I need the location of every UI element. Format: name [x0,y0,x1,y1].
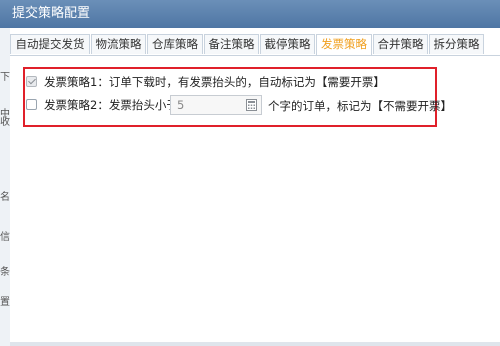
background-char: 置 [0,297,10,308]
background-char: 条 [0,267,10,278]
background-char: 下 [0,72,10,83]
tab-merge-policy[interactable]: 合并策略 [373,34,428,54]
invoice-policy-2-checkbox[interactable] [26,99,37,110]
title-length-input[interactable]: 5 [170,95,262,115]
tab-bar: 自动提交发货 物流策略 仓库策略 备注策略 截停策略 发票策略 合并策略 拆分策… [10,28,500,56]
tab-warehouse-policy[interactable]: 仓库策略 [147,34,203,54]
dialog-title: 提交策略配置 [0,0,500,28]
invoice-policy-1-label: 发票策略1：订单下载时，有发票抬头的，自动标记为【需要开票】 [44,75,385,89]
invoice-policy-2-suffix: 个字的订单，标记为【不需要开票】 [268,99,452,113]
tab-remark-policy[interactable]: 备注策略 [204,34,259,54]
title-length-value: 5 [177,98,185,112]
calculator-icon[interactable] [246,99,257,111]
invoice-policy-1-row: 发票策略1：订单下载时，有发票抬头的，自动标记为【需要开票】 [26,73,406,91]
tab-split-policy[interactable]: 拆分策略 [429,34,484,54]
background-char: 信 [0,232,10,243]
tab-invoice-policy[interactable]: 发票策略 [316,34,372,55]
policy-config-dialog: 提交策略配置 自动提交发货 物流策略 仓库策略 备注策略 截停策略 发票策略 合… [0,0,500,346]
background-char: 收 [0,117,10,128]
tab-auto-submit-ship[interactable]: 自动提交发货 [10,34,90,54]
tab-intercept-policy[interactable]: 截停策略 [260,34,315,54]
tab-logistics-policy[interactable]: 物流策略 [91,34,146,54]
dialog-bottom-edge [10,342,500,346]
invoice-policy-1-checkbox[interactable] [26,76,37,87]
invoice-policy-2-row: 发票策略2：发票抬头小于 [26,96,178,114]
background-char: 名 [0,192,10,203]
invoice-policy-2-prefix: 发票策略2：发票抬头小于 [44,98,178,112]
